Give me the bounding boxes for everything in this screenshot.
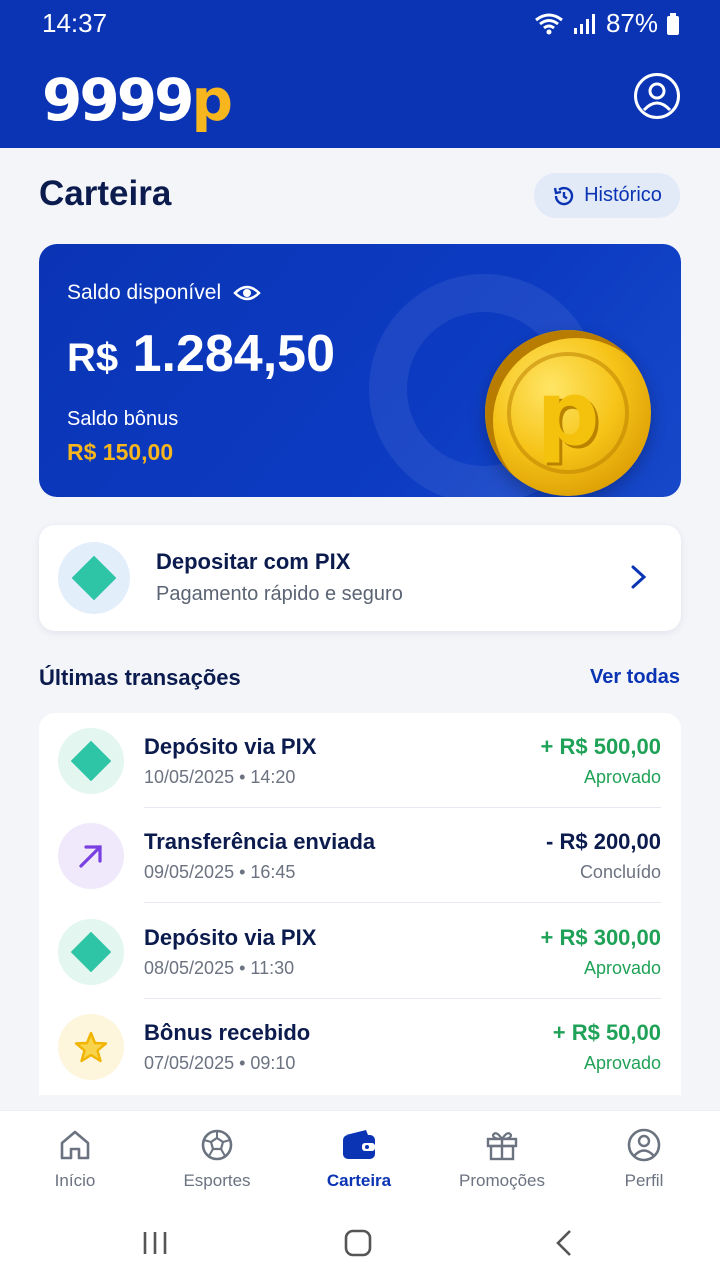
tx-icon-wrap — [58, 1014, 124, 1080]
transaction-row[interactable]: Depósito via PIX 08/05/2025 • 11:30 + R$… — [39, 904, 681, 999]
transaction-row[interactable]: Depósito via PIX 10/05/2025 • 14:20 + R$… — [39, 713, 681, 808]
tx-title: Depósito via PIX — [144, 734, 317, 759]
status-time: 14:37 — [42, 8, 108, 38]
tx-status: Aprovado — [583, 958, 661, 978]
pix-icon — [71, 741, 111, 781]
system-navigation-bar — [0, 1210, 720, 1280]
history-button[interactable]: Histórico — [534, 173, 680, 218]
chevron-right-icon — [631, 565, 647, 589]
tx-amount: + R$ 500,00 — [540, 734, 661, 759]
bottom-navigation: Início Esportes Carteira Promoções Perfi… — [0, 1110, 720, 1210]
pix-icon — [71, 932, 111, 972]
nav-home[interactable]: Início — [15, 1125, 135, 1191]
balance-amount: R$ 1.284,50 — [67, 324, 335, 384]
pix-subtitle: Pagamento rápido e seguro — [156, 583, 403, 605]
transaction-row[interactable]: Bônus recebido 07/05/2025 • 09:10 + R$ 5… — [39, 999, 681, 1094]
balance-currency: R$ — [67, 336, 119, 380]
see-all-link[interactable]: Ver todas — [590, 666, 680, 689]
battery-percent: 87% — [605, 8, 658, 38]
tx-icon-wrap — [58, 728, 124, 794]
nav-promotions-label: Promoções — [459, 1171, 545, 1190]
balance-label-row: Saldo disponível — [67, 281, 261, 305]
history-icon — [553, 186, 574, 205]
user-icon — [642, 82, 672, 112]
home-button-icon[interactable] — [343, 1228, 373, 1258]
back-icon[interactable] — [550, 1228, 580, 1258]
balance-label: Saldo disponível — [67, 281, 222, 304]
coin-letter: p — [507, 352, 629, 474]
status-icons: 87% — [534, 8, 680, 39]
tx-amount: + R$ 300,00 — [540, 925, 661, 950]
star-icon — [74, 1031, 108, 1063]
nav-sports-label: Esportes — [183, 1171, 251, 1190]
home-icon — [60, 1130, 90, 1160]
status-bar: 14:37 87% — [0, 0, 720, 48]
tx-title: Transferência enviada — [144, 829, 376, 854]
transactions-title: Últimas transações — [39, 665, 241, 690]
pix-icon-wrap — [58, 542, 130, 614]
tx-date: 08/05/2025 • 11:30 — [144, 958, 295, 978]
coin-illustration: p — [485, 330, 651, 496]
arrow-up-right-icon — [79, 845, 102, 868]
nav-home-label: Início — [54, 1171, 96, 1190]
tx-date: 07/05/2025 • 09:10 — [144, 1053, 296, 1073]
nav-wallet-label: Carteira — [326, 1171, 392, 1190]
tx-date: 10/05/2025 • 14:20 — [144, 767, 296, 787]
tx-title: Bônus recebido — [144, 1020, 311, 1045]
profile-button[interactable] — [634, 73, 680, 119]
top-app-bar: 14:37 87% 9999p — [0, 0, 720, 148]
nav-promotions[interactable]: Promoções — [442, 1125, 562, 1191]
recent-apps-icon[interactable] — [140, 1228, 170, 1258]
page-title: Carteira — [39, 174, 172, 213]
tx-title: Depósito via PIX — [144, 925, 317, 950]
tx-status: Concluído — [579, 862, 661, 882]
ball-icon — [201, 1129, 233, 1161]
transactions-list: Depósito via PIX 10/05/2025 • 14:20 + R$… — [39, 713, 681, 1095]
pix-deposit-card[interactable]: Depositar com PIX Pagamento rápido e seg… — [39, 525, 681, 631]
bonus-value: R$ 150,00 — [67, 439, 174, 465]
profile-icon — [627, 1128, 661, 1162]
divider — [144, 902, 661, 903]
battery-icon — [667, 12, 679, 35]
tx-amount: - R$ 200,00 — [546, 829, 661, 854]
wallet-icon — [343, 1130, 375, 1159]
bonus-label: Saldo bônus — [67, 408, 179, 430]
nav-profile[interactable]: Perfil — [584, 1125, 704, 1191]
nav-wallet[interactable]: Carteira — [299, 1125, 419, 1191]
tx-amount: + R$ 50,00 — [552, 1020, 661, 1045]
pix-icon — [72, 556, 116, 600]
tx-status: Aprovado — [583, 767, 661, 787]
transaction-row[interactable]: Transferência enviada 09/05/2025 • 16:45… — [39, 808, 681, 903]
eye-icon[interactable] — [233, 283, 261, 303]
tx-status: Aprovado — [583, 1053, 661, 1073]
gift-icon — [486, 1132, 518, 1161]
tx-icon-wrap — [58, 919, 124, 985]
nav-profile-label: Perfil — [624, 1171, 664, 1190]
balance-card: Saldo disponível R$ 1.284,50 Saldo bônus… — [39, 244, 681, 497]
tx-date: 09/05/2025 • 16:45 — [144, 862, 296, 882]
pix-title: Depositar com PIX — [156, 549, 351, 574]
signal-icon — [573, 13, 595, 34]
nav-sports[interactable]: Esportes — [157, 1125, 277, 1191]
balance-value: 1.284,50 — [132, 325, 336, 383]
brand-logo[interactable]: 9999p — [42, 66, 233, 134]
history-label: Histórico — [584, 184, 662, 206]
wifi-icon — [535, 13, 563, 34]
tx-icon-wrap — [58, 823, 124, 889]
